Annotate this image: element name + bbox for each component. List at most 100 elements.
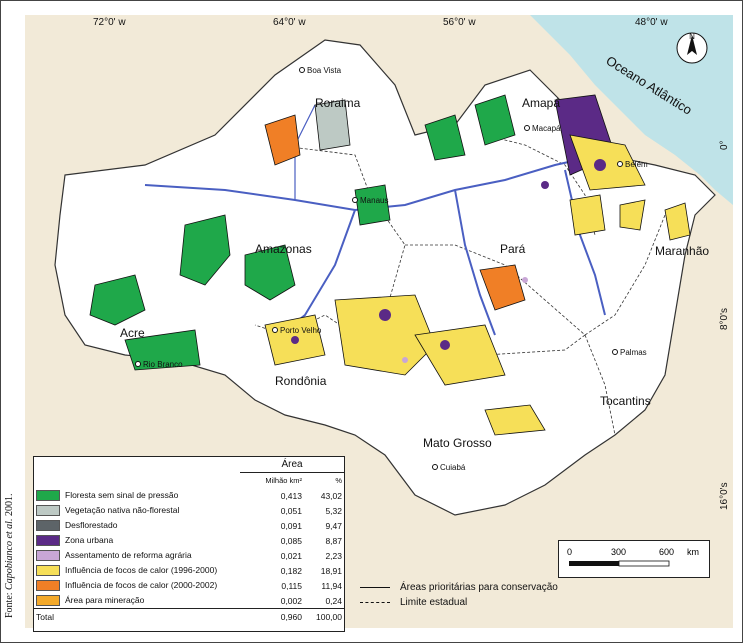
legend-item-value: 0,021 (280, 550, 302, 561)
line-legend-boundary-label: Limite estadual (400, 597, 468, 608)
dashed-line-icon (360, 602, 390, 603)
legend-item-label-cell: Desflorestado (34, 518, 240, 533)
scale-label-0: 0 (567, 547, 572, 557)
legend-total-label: Total (34, 608, 240, 624)
legend-item-label: Assentamento de reforma agrária (65, 549, 192, 560)
legend-item-label: Vegetação nativa não-florestal (65, 504, 180, 515)
legend-item-label: Área para mineração (65, 594, 145, 605)
state-label: Amazonas (255, 242, 312, 256)
city-marker-icon (135, 361, 141, 367)
legend-percent-header: % (335, 476, 342, 485)
coord-right-label: 8°0's (719, 308, 730, 330)
city-label: Belém (625, 160, 648, 169)
scale-segment-2 (618, 560, 670, 567)
legend-total-value: 0,960 (240, 608, 304, 624)
legend-swatch (36, 535, 60, 547)
legend-swatch (36, 520, 60, 532)
legend-units-header: Milhão km² (265, 476, 302, 485)
legend-item-percent: 2,23 (325, 550, 342, 561)
legend-item-label: Influência de focos de calor (1996-2000) (65, 564, 218, 575)
state-label: Maranhão (655, 244, 709, 258)
line-legend-priority: Áreas prioritárias para conservação (360, 580, 600, 595)
coord-right-label: 16°0's (719, 482, 730, 510)
legend-item-value: 0,115 (281, 580, 302, 591)
state-label: Rondônia (275, 374, 327, 388)
legend-item-percent: 9,47 (325, 520, 342, 531)
legend-swatch (36, 565, 60, 577)
scale-bar: 0 300 600 km (558, 540, 710, 578)
coord-top-label: 48°0' w (635, 17, 668, 28)
state-label: Pará (500, 242, 526, 256)
legend-item-value: 0,091 (280, 520, 302, 531)
city-label: Palmas (620, 348, 647, 357)
legend-area-header: Área (240, 457, 344, 473)
scale-bar-svg: 0 300 600 km (567, 547, 699, 567)
state-label: Mato Grosso (423, 436, 492, 450)
legend-total-percent: 100,00 (304, 608, 344, 624)
city-marker-icon (352, 197, 358, 203)
line-legend: Áreas prioritárias para conservação Limi… (360, 580, 600, 610)
legend-item-percent: 18,91 (320, 565, 342, 576)
coord-right-label: 0° (719, 140, 730, 150)
north-letter: N (689, 32, 695, 41)
coord-top-label: 56°0' w (443, 17, 476, 28)
legend-swatch (36, 490, 60, 502)
legend-item-label-cell: Assentamento de reforma agrária (34, 548, 240, 563)
scale-segment-1 (569, 561, 619, 566)
legend-item-percent: 0,24 (325, 595, 342, 606)
city-label: Macapá (532, 124, 561, 133)
legend-item-label-cell: Zona urbana (34, 533, 240, 548)
legend-item-label-cell: Influência de focos de calor (1996-2000) (34, 563, 240, 578)
legend-item-label: Floresta sem sinal de pressão (65, 489, 179, 500)
legend-item-value: 0,051 (280, 505, 302, 516)
legend-item-value: 0,413 (280, 490, 302, 501)
legend-box: Área Milhão km² % Floresta sem sinal de … (33, 456, 345, 632)
legend-item: Desflorestado 0,091 9,47 (34, 518, 344, 533)
legend-item-label-cell: Influência de focos de calor (2000-2002) (34, 578, 240, 593)
line-legend-priority-label: Áreas prioritárias para conservação (400, 582, 558, 593)
city-label: Porto Velho (280, 326, 322, 335)
city-marker-icon (612, 349, 618, 355)
solid-line-icon (360, 587, 390, 588)
scale-label-600: 600 (659, 547, 674, 557)
legend-item-percent: 5,32 (325, 505, 342, 516)
source-year: 2001. (4, 493, 15, 519)
legend-item: Vegetação nativa não-florestal 0,051 5,32 (34, 503, 344, 518)
city-label: Manaus (360, 196, 388, 205)
coord-top-label: 72°0' w (93, 17, 126, 28)
legend-swatch (36, 505, 60, 517)
city-marker-icon (524, 125, 530, 131)
city-label: Rio Branco (143, 360, 183, 369)
scale-label-300: 300 (611, 547, 626, 557)
legend-item-label: Zona urbana (65, 534, 114, 545)
legend-swatch (36, 580, 60, 592)
legend-item-percent: 8,87 (325, 535, 342, 546)
state-label: Acre (120, 326, 145, 340)
city-marker-icon (299, 67, 305, 73)
legend-table: Área Milhão km² % Floresta sem sinal de … (34, 457, 344, 624)
legend-item: Influência de focos de calor (1996-2000)… (34, 563, 344, 578)
legend-header: Área (34, 457, 344, 473)
legend-item-value: 0,002 (280, 595, 302, 606)
source-prefix: Fonte: (4, 589, 15, 618)
legend-item-label-cell: Área para mineração (34, 593, 240, 609)
city-label: Boa Vista (307, 66, 342, 75)
legend-item-value: 0,182 (280, 565, 302, 576)
legend-item-label-cell: Vegetação nativa não-florestal (34, 503, 240, 518)
state-label: Roraima (315, 96, 361, 110)
legend-item-percent: 43,02 (320, 490, 342, 501)
legend-item: Floresta sem sinal de pressão 0,413 43,02 (34, 488, 344, 503)
legend-item: Zona urbana 0,085 8,87 (34, 533, 344, 548)
city-marker-icon (272, 327, 278, 333)
legend-item: Assentamento de reforma agrária 0,021 2,23 (34, 548, 344, 563)
north-arrow: N (676, 32, 708, 64)
legend-swatch (36, 595, 60, 607)
line-legend-boundary: Limite estadual (360, 595, 600, 610)
legend-item-label: Desflorestado (65, 519, 118, 530)
coord-top-label: 64°0' w (273, 17, 306, 28)
legend-item-percent: 11,94 (321, 580, 342, 591)
state-label: Amapá (522, 96, 560, 110)
legend-swatch (36, 550, 60, 562)
source-author: Capobianco et al. (4, 518, 15, 590)
city-label: Cuiabá (440, 463, 466, 472)
